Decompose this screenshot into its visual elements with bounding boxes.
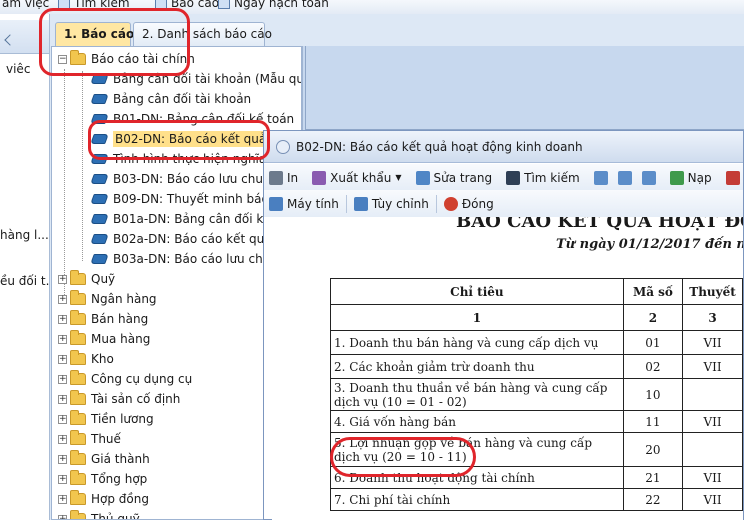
folder-icon	[70, 310, 86, 325]
export-k-button[interactable]: K	[721, 167, 744, 189]
customize-icon	[353, 196, 368, 211]
report-book-icon	[90, 174, 109, 184]
window-icon	[276, 139, 290, 154]
refresh-icon	[669, 170, 684, 185]
expand-icon[interactable]: +	[58, 514, 67, 519]
tree-folder[interactable]: + Mua hàng	[58, 329, 150, 349]
print-button[interactable]: In	[264, 167, 303, 189]
tree-folder[interactable]: + Thuế	[58, 429, 121, 449]
report-toolbar-secondary: Máy tính Tùy chỉnh Đóng	[264, 190, 743, 217]
two-page-icon	[617, 170, 632, 185]
tree-folder[interactable]: + Kho	[58, 349, 114, 369]
export-icon	[312, 170, 327, 185]
chevron-down-icon[interactable]: ▼	[395, 173, 401, 182]
folder-icon	[70, 510, 86, 519]
left-panel-text: hàng l...	[0, 228, 49, 242]
calendar-icon	[218, 0, 230, 9]
expand-icon[interactable]: +	[58, 454, 67, 464]
table-row: 1. Doanh thu bán hàng và cung cấp dịch v…	[330, 330, 743, 355]
printer-icon	[269, 170, 283, 185]
expand-icon[interactable]: +	[58, 274, 67, 284]
folder-icon	[70, 410, 86, 425]
menu-item-posting-date[interactable]: Ngày hạch toán	[218, 0, 329, 10]
tree-folder[interactable]: + Ngân hàng	[58, 289, 157, 309]
table-row: 2. Các khoản giảm trừ doanh thu 02 VII	[330, 354, 743, 379]
folder-icon	[70, 430, 86, 445]
left-panel-text: viêc	[6, 62, 31, 76]
report-book-icon	[90, 194, 109, 204]
annotation-circle-tabs	[39, 8, 190, 76]
expand-icon[interactable]: +	[58, 334, 67, 344]
report-window-title: B02-DN: Báo cáo kết quả hoạt động kinh d…	[296, 139, 583, 154]
report-book-icon	[90, 94, 109, 104]
tree-item-report[interactable]: Bảng cân đối tài khoản	[90, 89, 251, 109]
close-button[interactable]: Đóng	[439, 193, 499, 215]
report-title: BÁO CÁO KẾT QUẢ HOẠT ĐỘ	[456, 217, 743, 232]
annotation-circle-gross-profit	[330, 437, 476, 477]
report-toolbar-primary: In Xuất khẩu▼ Sửa trang Tìm kiếm Nạp K	[264, 164, 744, 191]
expand-icon[interactable]: +	[58, 374, 67, 384]
table-row: 3. Doanh thu thuần về bán hàng và cung c…	[330, 378, 743, 411]
folder-icon	[70, 350, 86, 365]
export-k-icon	[725, 170, 740, 185]
folder-icon	[70, 270, 86, 285]
menu-item-workspace[interactable]: àm việc	[2, 0, 49, 10]
view-single-page-button[interactable]	[589, 167, 613, 189]
report-window-titlebar[interactable]: B02-DN: Báo cáo kết quả hoạt động kinh d…	[264, 131, 743, 163]
folder-icon	[70, 290, 86, 305]
table-row: 4. Giá vốn hàng bán 11 VII	[330, 410, 743, 433]
expand-icon[interactable]: +	[58, 414, 67, 424]
left-panel-text: ều đối t...	[0, 274, 50, 288]
annotation-circle-selected-report	[88, 120, 270, 160]
tree-folder[interactable]: + Giá thành	[58, 449, 150, 469]
table-index-row: 1 2 3	[330, 304, 743, 331]
edit-page-icon	[415, 170, 430, 185]
tree-folder[interactable]: + Tiền lương	[58, 409, 154, 429]
binoculars-icon	[506, 170, 521, 185]
expand-icon[interactable]: +	[58, 314, 67, 324]
tree-folder[interactable]: + Thủ quỹ	[58, 509, 140, 519]
customize-button[interactable]: Tùy chỉnh	[349, 193, 434, 215]
expand-icon[interactable]: +	[58, 494, 67, 504]
close-icon	[443, 196, 458, 211]
table-header-row: Chỉ tiêu Mã số Thuyết	[330, 278, 743, 305]
folder-icon	[70, 390, 86, 405]
expand-icon[interactable]: +	[58, 354, 67, 364]
folder-icon	[70, 470, 86, 485]
reload-button[interactable]: Nạp	[665, 167, 717, 189]
folder-icon	[70, 370, 86, 385]
calculator-icon	[269, 196, 283, 211]
report-book-icon	[90, 254, 109, 264]
export-button[interactable]: Xuất khẩu ▼	[307, 167, 406, 189]
expand-icon[interactable]: +	[58, 394, 67, 404]
left-side-panel: viêc hàng l... ều đối t...	[0, 14, 50, 520]
tree-folder[interactable]: + Quỹ	[58, 269, 115, 289]
fit-width-icon	[641, 170, 656, 185]
fit-width-button[interactable]	[637, 167, 661, 189]
folder-icon	[70, 490, 86, 505]
search-button[interactable]: Tìm kiếm	[501, 167, 585, 189]
view-two-page-button[interactable]	[613, 167, 637, 189]
folder-icon	[70, 450, 86, 465]
single-page-icon	[593, 170, 608, 185]
tree-folder[interactable]: + Công cụ dụng cụ	[58, 369, 192, 389]
tree-folder[interactable]: + Tài sản cố định	[58, 389, 180, 409]
tree-folder[interactable]: + Bán hàng	[58, 309, 148, 329]
table-row: 7. Chi phí tài chính 22 VII	[330, 488, 743, 511]
tree-folder[interactable]: + Tổng hợp	[58, 469, 147, 489]
expand-icon[interactable]: +	[58, 294, 67, 304]
expand-icon[interactable]: +	[58, 434, 67, 444]
collapse-arrow-icon[interactable]	[4, 34, 16, 46]
report-book-icon	[90, 214, 109, 224]
folder-icon	[70, 330, 86, 345]
edit-page-button[interactable]: Sửa trang	[411, 167, 498, 189]
tree-folder[interactable]: + Hợp đồng	[58, 489, 149, 509]
calculator-button[interactable]: Máy tính	[264, 193, 344, 215]
expand-icon[interactable]: +	[58, 474, 67, 484]
workspace-frame	[305, 46, 744, 130]
report-book-icon	[90, 234, 109, 244]
report-date-range: Từ ngày 01/12/2017 đến ngà	[556, 237, 743, 252]
